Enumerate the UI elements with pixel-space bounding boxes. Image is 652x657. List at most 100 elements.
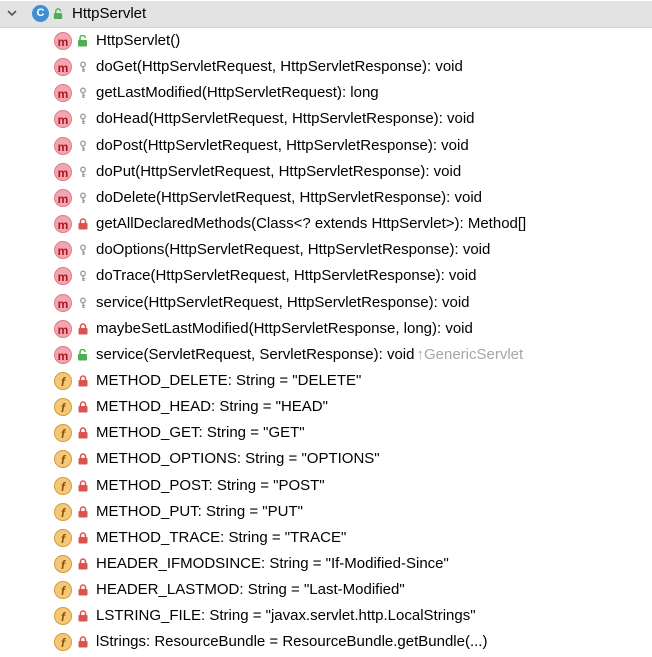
field-item[interactable]: f METHOD_PUT: String = "PUT"	[0, 499, 652, 525]
method-icon: m	[54, 345, 72, 364]
method-item[interactable]: m HttpServlet()	[0, 28, 652, 54]
member-signature: lStrings: ResourceBundle = ResourceBundl…	[96, 633, 488, 651]
public-icon	[78, 348, 87, 361]
private-lock-icon	[78, 218, 88, 230]
private-lock-icon	[78, 610, 88, 622]
method-item[interactable]: m doTrace(HttpServletRequest, HttpServlet…	[0, 263, 652, 289]
method-icon: m	[54, 110, 72, 129]
class-icon: C	[32, 5, 49, 22]
method-item[interactable]: m doGet(HttpServletRequest, HttpServletRe…	[0, 54, 652, 80]
private-lock-icon	[78, 558, 88, 570]
private-lock-icon	[78, 532, 88, 544]
field-icon: f	[54, 528, 72, 547]
method-item[interactable]: m getAllDeclaredMethods(Class<? extends H…	[0, 211, 652, 237]
field-icon: f	[54, 398, 72, 417]
method-item[interactable]: m maybeSetLastModified(HttpServletRespons…	[0, 316, 652, 342]
method-icon: m	[54, 58, 72, 77]
protected-key-icon	[80, 87, 86, 99]
private-lock-icon	[78, 636, 88, 648]
member-signature: METHOD_TRACE: String = "TRACE"	[96, 528, 347, 546]
method-icon: m	[54, 32, 72, 50]
member-signature: doOptions(HttpServletRequest, HttpServle…	[96, 241, 491, 259]
method-icon: m	[54, 319, 72, 338]
protected-key-icon	[80, 140, 86, 151]
member-signature: doPost(HttpServletRequest, HttpServletRe…	[96, 136, 469, 154]
private-lock-icon	[78, 375, 88, 387]
member-signature: METHOD_POST: String = "POST"	[96, 476, 325, 494]
protected-key-icon	[80, 61, 86, 73]
method-icon: m	[54, 188, 72, 207]
method-item[interactable]: m service(ServletRequest, ServletResponse…	[0, 342, 652, 368]
member-signature: service(HttpServletRequest, HttpServletR…	[96, 293, 470, 311]
public-icon	[78, 35, 87, 47]
protected-key-icon	[80, 297, 86, 308]
member-signature: HEADER_IFMODSINCE: String = "If-Modified…	[96, 555, 449, 572]
private-lock-icon	[78, 427, 88, 439]
field-icon: f	[54, 476, 72, 495]
field-item[interactable]: f HEADER_IFMODSINCE: String = "If-Modifie…	[0, 551, 652, 577]
protected-key-icon	[80, 113, 86, 125]
method-item[interactable]: m getLastModified(HttpServletRequest): lo…	[0, 80, 652, 106]
member-signature: getLastModified(HttpServletRequest): lon…	[96, 84, 379, 102]
method-icon: m	[54, 162, 72, 181]
field-icon: f	[54, 581, 72, 600]
member-signature: doPut(HttpServletRequest, HttpServletRes…	[96, 162, 462, 180]
field-icon: f	[54, 633, 72, 652]
field-icon: f	[54, 424, 72, 443]
member-signature: HEADER_LASTMOD: String = "Last-Modified"	[96, 581, 405, 599]
method-icon: m	[54, 215, 72, 234]
method-item[interactable]: m doPost(HttpServletRequest, HttpServletR…	[0, 133, 652, 159]
method-icon: m	[54, 136, 72, 155]
private-lock-icon	[78, 453, 88, 465]
protected-key-icon	[80, 244, 86, 256]
protected-key-icon	[80, 166, 86, 177]
field-item[interactable]: f METHOD_OPTIONS: String = "OPTIONS"	[0, 446, 652, 472]
class-title: HttpServlet	[72, 5, 147, 22]
method-item[interactable]: m service(HttpServletRequest, HttpServlet…	[0, 290, 652, 316]
method-item[interactable]: m doHead(HttpServletRequest, HttpServletR…	[0, 106, 652, 132]
method-icon: m	[54, 241, 72, 260]
tree-root-row[interactable]: C HttpServlet	[0, 1, 652, 28]
member-signature: getAllDeclaredMethods(Class<? extends Ht…	[96, 215, 527, 233]
member-signature: HttpServlet()	[96, 32, 181, 49]
method-icon: m	[54, 267, 72, 286]
method-item[interactable]: m doDelete(HttpServletRequest, HttpServle…	[0, 185, 652, 211]
structure-tree: C HttpServlet m HttpServlet() m doGet(HttpS…	[0, 0, 652, 657]
field-item[interactable]: f lStrings: ResourceBundle = ResourceBund…	[0, 629, 652, 655]
field-item[interactable]: f METHOD_GET: String = "GET"	[0, 420, 652, 446]
member-signature: LSTRING_FILE: String = "javax.servlet.ht…	[96, 607, 476, 625]
field-icon: f	[54, 555, 72, 573]
member-signature: METHOD_PUT: String = "PUT"	[96, 502, 303, 520]
field-icon: f	[54, 502, 72, 521]
field-item[interactable]: f METHOD_TRACE: String = "TRACE"	[0, 525, 652, 551]
private-lock-icon	[78, 322, 88, 335]
method-icon: m	[54, 293, 72, 312]
member-signature: doDelete(HttpServletRequest, HttpServlet…	[96, 188, 483, 206]
protected-key-icon	[80, 192, 86, 203]
field-item[interactable]: f HEADER_LASTMOD: String = "Last-Modified…	[0, 577, 652, 603]
member-signature: doGet(HttpServletRequest, HttpServletRes…	[96, 58, 463, 76]
member-signature: METHOD_OPTIONS: String = "OPTIONS"	[96, 450, 380, 468]
field-icon: f	[54, 607, 72, 626]
inherited-from-label: ↑GenericServlet	[416, 345, 524, 363]
field-item[interactable]: f METHOD_POST: String = "POST"	[0, 473, 652, 499]
private-lock-icon	[78, 479, 88, 492]
public-icon	[53, 8, 63, 20]
member-signature: service(ServletRequest, ServletResponse)…	[96, 345, 524, 363]
member-signature: METHOD_HEAD: String = "HEAD"	[96, 398, 328, 416]
field-item[interactable]: f METHOD_DELETE: String = "DELETE"	[0, 368, 652, 394]
member-signature: maybeSetLastModified(HttpServletResponse…	[96, 319, 473, 337]
chevron-down-icon[interactable]	[6, 7, 18, 19]
member-signature: doHead(HttpServletRequest, HttpServletRe…	[96, 110, 475, 128]
private-lock-icon	[78, 584, 88, 596]
field-item[interactable]: f LSTRING_FILE: String = "javax.servlet.h…	[0, 603, 652, 629]
member-signature: doTrace(HttpServletRequest, HttpServletR…	[96, 267, 477, 285]
field-icon: f	[54, 450, 72, 469]
method-icon: m	[54, 84, 72, 103]
method-item[interactable]: m doPut(HttpServletRequest, HttpServletRe…	[0, 159, 652, 185]
method-item[interactable]: m doOptions(HttpServletRequest, HttpServl…	[0, 237, 652, 263]
protected-key-icon	[80, 270, 86, 282]
member-signature: METHOD_DELETE: String = "DELETE"	[96, 371, 362, 389]
field-item[interactable]: f METHOD_HEAD: String = "HEAD"	[0, 394, 652, 420]
member-signature: METHOD_GET: String = "GET"	[96, 424, 305, 442]
